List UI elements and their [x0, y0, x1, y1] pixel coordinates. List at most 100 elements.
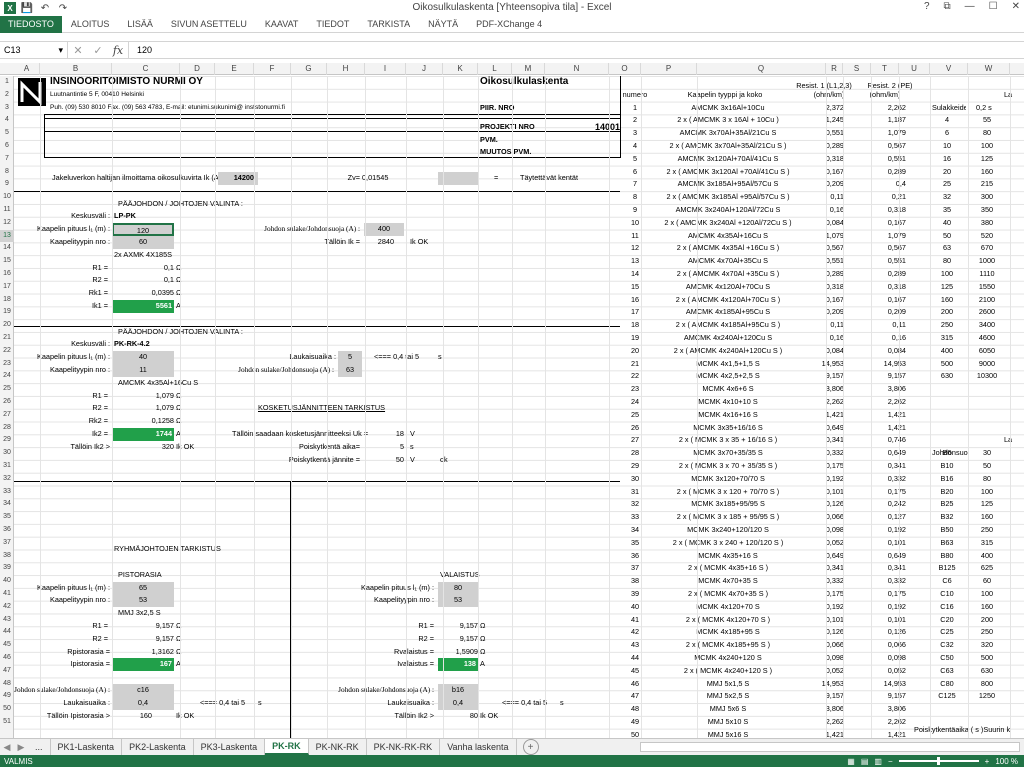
supply-short-circuit-value[interactable]: 14200 — [218, 172, 258, 185]
tab-home[interactable]: ALOITUS — [62, 16, 119, 33]
column-header[interactable]: A — [14, 63, 40, 75]
row-header[interactable]: 28 — [0, 422, 14, 435]
row-header[interactable]: 19 — [0, 306, 14, 319]
minimize-icon[interactable]: — — [965, 1, 975, 12]
column-header[interactable]: C — [112, 63, 180, 75]
row-header[interactable]: 25 — [0, 383, 14, 396]
row-header[interactable]: 15 — [0, 255, 14, 268]
tab-insert[interactable]: LISÄÄ — [118, 16, 162, 33]
tab-page-layout[interactable]: SIVUN ASETTELU — [162, 16, 256, 33]
column-header[interactable]: W — [968, 63, 1010, 75]
row-header[interactable]: 10 — [0, 191, 14, 204]
pistorasia-laukaisu-input[interactable]: 0,4 — [112, 696, 174, 710]
row-header[interactable]: 6 — [0, 140, 14, 153]
row-header[interactable]: 14 — [0, 242, 14, 255]
column-header[interactable]: J — [406, 63, 443, 75]
worksheet-grid[interactable]: INSINÖÖRITOIMISTO NURMI OY Luutnantintie… — [14, 76, 1024, 738]
row-header[interactable]: 7 — [0, 153, 14, 166]
row-header[interactable]: 32 — [0, 473, 14, 486]
row-header[interactable]: 42 — [0, 601, 14, 614]
cable-type-input[interactable]: 60 — [112, 236, 174, 249]
tab-view[interactable]: NÄYTÄ — [419, 16, 467, 33]
undo-icon[interactable]: ↶ — [38, 2, 52, 14]
row-header[interactable]: 8 — [0, 166, 14, 179]
column-header[interactable]: B — [40, 63, 112, 75]
column-header[interactable]: T — [871, 63, 899, 75]
prev-sheet-icon[interactable]: ◀ — [0, 742, 14, 753]
column-header[interactable]: P — [641, 63, 697, 75]
tab-pk-nk-rk[interactable]: PK-NK-RK — [309, 739, 367, 755]
pistorasia-fuse-input[interactable]: c16 — [112, 684, 174, 697]
zoom-slider-knob[interactable] — [936, 757, 940, 765]
row-header[interactable]: 29 — [0, 434, 14, 447]
row-header[interactable]: 40 — [0, 575, 14, 588]
row-header[interactable]: 30 — [0, 447, 14, 460]
column-header[interactable]: H — [327, 63, 365, 75]
row-header[interactable]: 3 — [0, 102, 14, 115]
tab-pdf-xchange[interactable]: PDF-XChange 4 — [467, 16, 551, 33]
tab-vanha-laskenta[interactable]: Vanha laskenta — [440, 739, 517, 755]
maximize-icon[interactable]: ☐ — [989, 1, 998, 12]
row-header[interactable]: 27 — [0, 409, 14, 422]
row-header[interactable]: 26 — [0, 396, 14, 409]
row-header[interactable]: 16 — [0, 268, 14, 281]
row-header[interactable]: 48 — [0, 678, 14, 691]
next-sheet-icon[interactable]: ▶ — [14, 742, 28, 753]
tab-pk-rk[interactable]: PK-RK — [265, 739, 309, 755]
row-header[interactable]: 5 — [0, 127, 14, 140]
page-break-icon[interactable]: ▥ — [874, 757, 882, 766]
row-header[interactable]: 47 — [0, 665, 14, 678]
save-icon[interactable]: 💾 — [20, 2, 34, 14]
tab-pk-nk-rk-rk[interactable]: PK-NK-RK-RK — [367, 739, 441, 755]
row-header[interactable]: 13 — [0, 229, 14, 243]
fuse-input[interactable]: 400 — [364, 223, 404, 236]
tab-pk2-laskenta[interactable]: PK2-Laskenta — [122, 739, 194, 755]
row-header[interactable]: 44 — [0, 626, 14, 639]
enter-icon[interactable]: ✓ — [88, 44, 108, 57]
column-header[interactable]: I — [365, 63, 406, 75]
column-header[interactable]: V — [930, 63, 968, 75]
row-header[interactable]: 18 — [0, 294, 14, 307]
cable-type-input[interactable]: 11 — [112, 364, 174, 377]
valaistus-laukaisu-input[interactable]: 0,4 — [438, 696, 478, 710]
tab-pk1-laskenta[interactable]: PK1-Laskenta — [51, 739, 123, 755]
column-header[interactable]: E — [215, 63, 254, 75]
cable-length-input[interactable]: 40 — [112, 351, 174, 364]
insert-function-icon[interactable]: fx — [108, 44, 128, 57]
row-header[interactable]: 33 — [0, 486, 14, 499]
tab-review[interactable]: TARKISTA — [358, 16, 419, 33]
zoom-out-icon[interactable]: − — [888, 757, 893, 766]
ribbon-display-icon[interactable]: ⧉ — [944, 1, 951, 12]
column-header[interactable]: M — [512, 63, 545, 75]
close-icon[interactable]: ✕ — [1012, 1, 1020, 12]
row-header[interactable]: 24 — [0, 370, 14, 383]
chevron-down-icon[interactable]: ▾ — [58, 45, 63, 56]
row-header[interactable]: 50 — [0, 703, 14, 716]
valaistus-length-input[interactable]: 80 — [438, 581, 478, 595]
column-header[interactable]: R — [826, 63, 843, 75]
help-icon[interactable]: ? — [924, 1, 930, 12]
zoom-level[interactable]: 100 % — [995, 757, 1018, 766]
redo-icon[interactable]: ↷ — [56, 2, 70, 14]
name-box[interactable]: C13 ▾ — [0, 42, 68, 58]
row-header[interactable]: 49 — [0, 690, 14, 703]
column-header[interactable]: G — [291, 63, 327, 75]
row-header[interactable]: 23 — [0, 358, 14, 371]
zoom-slider[interactable] — [898, 757, 979, 765]
horizontal-scrollbar[interactable] — [640, 742, 1020, 752]
tab-data[interactable]: TIEDOT — [307, 16, 358, 33]
row-header[interactable]: 22 — [0, 345, 14, 358]
column-header[interactable]: S — [843, 63, 871, 75]
column-header[interactable]: L — [478, 63, 512, 75]
zoom-in-icon[interactable]: + — [985, 757, 990, 766]
row-header[interactable]: 39 — [0, 562, 14, 575]
pistorasia-type-input[interactable]: 53 — [112, 594, 174, 608]
pistorasia-length-input[interactable]: 65 — [112, 581, 174, 595]
row-header[interactable]: 36 — [0, 524, 14, 537]
cancel-icon[interactable]: ✕ — [68, 44, 88, 57]
valaistus-fuse-input[interactable]: b16 — [438, 684, 478, 697]
row-header[interactable]: 11 — [0, 204, 14, 217]
row-header[interactable]: 37 — [0, 537, 14, 550]
row-header[interactable]: 34 — [0, 498, 14, 511]
row-header[interactable]: 1 — [0, 76, 14, 89]
